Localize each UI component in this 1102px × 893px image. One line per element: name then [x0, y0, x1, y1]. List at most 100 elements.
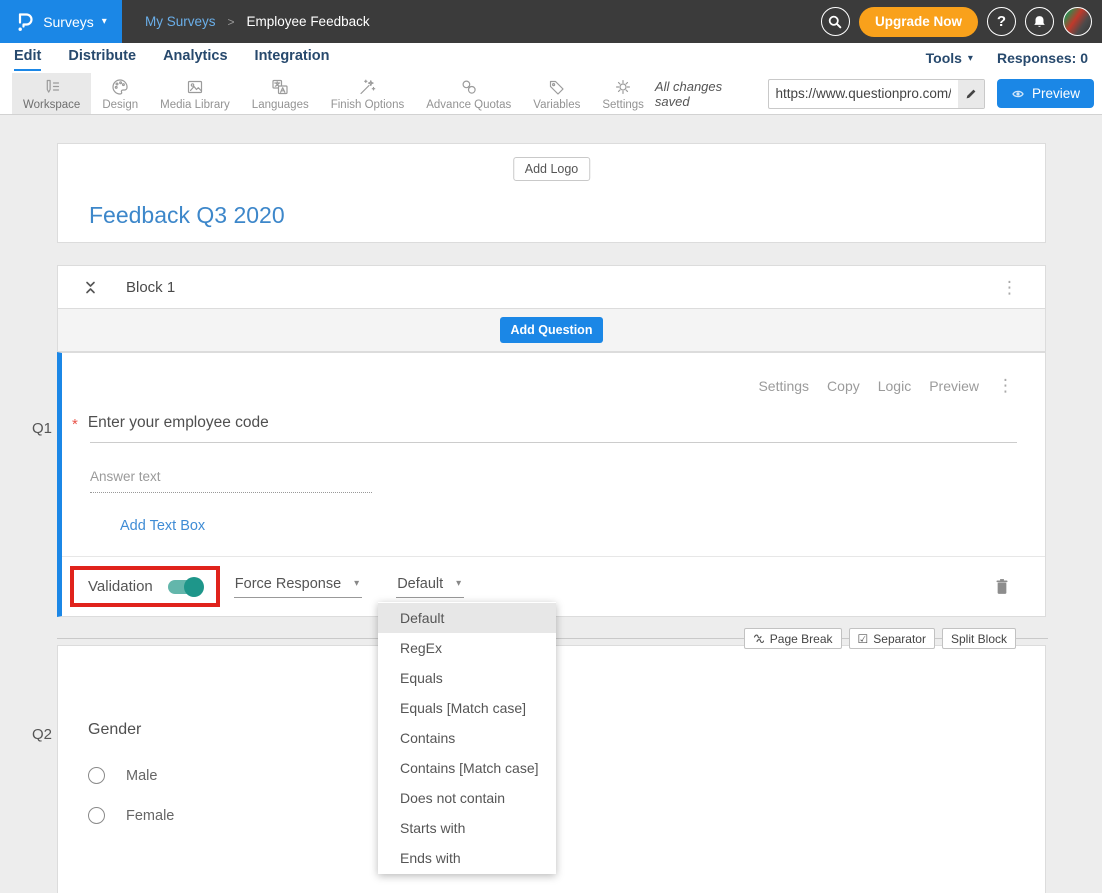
- question-copy-link[interactable]: Copy: [827, 378, 860, 394]
- page-break-button[interactable]: Page Break: [744, 628, 842, 649]
- question-settings-link[interactable]: Settings: [758, 378, 809, 394]
- menu-item-equals[interactable]: Equals: [378, 663, 556, 693]
- add-logo-button[interactable]: Add Logo: [513, 157, 591, 181]
- questionpro-logo: [15, 11, 35, 33]
- upgrade-now-button[interactable]: Upgrade Now: [859, 7, 978, 37]
- toolbar-item-workspace[interactable]: Workspace: [12, 73, 91, 114]
- top-navbar: Surveys ▾ My Surveys > Employee Feedback…: [0, 0, 1102, 43]
- save-status: All changes saved: [655, 79, 756, 109]
- toolbar-item-languages[interactable]: Languages: [241, 73, 320, 114]
- avatar[interactable]: [1063, 7, 1092, 36]
- chevron-down-icon: ▾: [456, 578, 461, 589]
- menu-item-default[interactable]: Default: [378, 603, 556, 633]
- workspace-icon: [42, 77, 62, 97]
- product-switcher[interactable]: Surveys ▾: [0, 0, 122, 43]
- question-number-q1: Q1: [32, 420, 52, 437]
- breadcrumb: My Surveys > Employee Feedback: [145, 14, 370, 29]
- breadcrumb-current: Employee Feedback: [247, 14, 370, 29]
- annotation-highlight-rectangle: Validation: [70, 566, 220, 607]
- add-text-box-link[interactable]: Add Text Box: [120, 518, 205, 534]
- survey-url-box: [768, 79, 985, 109]
- bell-icon: [1032, 14, 1047, 30]
- help-button[interactable]: ?: [987, 7, 1016, 36]
- menu-item-contains-match-case[interactable]: Contains [Match case]: [378, 753, 556, 783]
- gear-icon: [613, 77, 633, 97]
- force-response-select[interactable]: Force Response ▾: [234, 576, 362, 598]
- tag-icon: [547, 77, 567, 97]
- toolbar-item-advance-quotas[interactable]: Advance Quotas: [415, 73, 522, 114]
- block-menu-kebab-icon[interactable]: ⋮: [1001, 279, 1019, 296]
- survey-header-card: Add Logo Feedback Q3 2020: [57, 143, 1046, 243]
- page-break-icon: [753, 633, 765, 644]
- question-preview-link[interactable]: Preview: [929, 378, 979, 394]
- question-text[interactable]: Enter your employee code: [88, 414, 269, 433]
- magic-wand-icon: [357, 77, 377, 97]
- option-label: Female: [126, 808, 174, 824]
- question-card-q1: Settings Copy Logic Preview ⋮ * Enter yo…: [57, 352, 1046, 617]
- answer-option-male: Male: [88, 767, 157, 784]
- validation-label: Validation: [88, 578, 153, 595]
- tab-analytics[interactable]: Analytics: [163, 45, 227, 71]
- menu-item-contains[interactable]: Contains: [378, 723, 556, 753]
- menu-item-ends-with[interactable]: Ends with: [378, 843, 556, 873]
- radio-button[interactable]: [88, 767, 105, 784]
- add-question-button[interactable]: Add Question: [500, 317, 604, 343]
- trash-icon: [995, 578, 1009, 595]
- toolbar-item-media-library[interactable]: Media Library: [149, 73, 241, 114]
- separator-button[interactable]: ☑ Separator: [849, 628, 935, 649]
- menu-item-starts-with[interactable]: Starts with: [378, 813, 556, 843]
- search-icon: [827, 14, 843, 30]
- checkbox-icon: ☑: [858, 632, 869, 646]
- search-button[interactable]: [821, 7, 850, 36]
- question-text-underline: [90, 442, 1017, 443]
- question-text[interactable]: Gender: [88, 721, 141, 739]
- answer-option-female: Female: [88, 807, 174, 824]
- block-header: Block 1 ⋮: [57, 265, 1046, 309]
- question-mark-icon: ?: [997, 13, 1006, 30]
- chain-links-icon: [459, 77, 479, 97]
- editor-toolbar: Workspace Design Media Library Languag: [0, 73, 1102, 115]
- tools-dropdown[interactable]: Tools ▾: [926, 50, 973, 66]
- tab-distribute[interactable]: Distribute: [68, 45, 136, 71]
- radio-button[interactable]: [88, 807, 105, 824]
- toolbar-right: All changes saved Preview: [655, 73, 1102, 114]
- delete-question-button[interactable]: [995, 578, 1009, 595]
- split-block-button[interactable]: Split Block: [942, 628, 1016, 649]
- menu-item-equals-match-case[interactable]: Equals [Match case]: [378, 693, 556, 723]
- required-asterisk: *: [72, 414, 78, 433]
- topbar-actions: Upgrade Now ?: [821, 7, 1102, 37]
- preview-button[interactable]: Preview: [997, 79, 1094, 108]
- responses-count: Responses: 0: [997, 50, 1088, 66]
- toolbar-item-design[interactable]: Design: [91, 73, 149, 114]
- block-title: Block 1: [126, 279, 175, 296]
- chevron-down-icon: ▾: [102, 16, 107, 27]
- survey-canvas: Q1 Q2 Add Logo Feedback Q3 2020 Block 1 …: [0, 115, 1102, 893]
- toolbar-item-settings[interactable]: Settings: [591, 73, 655, 114]
- collapse-block-icon[interactable]: [84, 279, 97, 296]
- question-text-row: * Enter your employee code: [72, 414, 269, 433]
- notifications-button[interactable]: [1025, 7, 1054, 36]
- menu-item-does-not-contain[interactable]: Does not contain: [378, 783, 556, 813]
- image-icon: [185, 77, 205, 97]
- edit-url-button[interactable]: [958, 80, 984, 108]
- validation-type-select[interactable]: Default ▾: [396, 576, 464, 598]
- question-menu-kebab-icon[interactable]: ⋮: [997, 377, 1015, 394]
- validation-toggle[interactable]: [168, 580, 202, 594]
- menu-item-regex[interactable]: RegEx: [378, 633, 556, 663]
- question-number-q2: Q2: [32, 726, 52, 743]
- toolbar-item-variables[interactable]: Variables: [522, 73, 591, 114]
- product-switcher-label: Surveys: [43, 14, 94, 30]
- eye-icon: [1011, 88, 1025, 100]
- tab-integration[interactable]: Integration: [255, 45, 330, 71]
- toggle-knob: [184, 577, 204, 597]
- question-actions: Settings Copy Logic Preview ⋮: [758, 377, 1015, 394]
- answer-text-field[interactable]: Answer text: [90, 469, 372, 493]
- survey-url-input[interactable]: [769, 86, 958, 101]
- question-logic-link[interactable]: Logic: [878, 378, 911, 394]
- add-question-row: Add Question: [57, 309, 1046, 352]
- toolbar-item-finish-options[interactable]: Finish Options: [320, 73, 416, 114]
- tab-edit[interactable]: Edit: [14, 45, 41, 71]
- survey-title[interactable]: Feedback Q3 2020: [89, 202, 285, 229]
- breadcrumb-my-surveys[interactable]: My Surveys: [145, 14, 216, 29]
- breadcrumb-separator: >: [228, 15, 235, 29]
